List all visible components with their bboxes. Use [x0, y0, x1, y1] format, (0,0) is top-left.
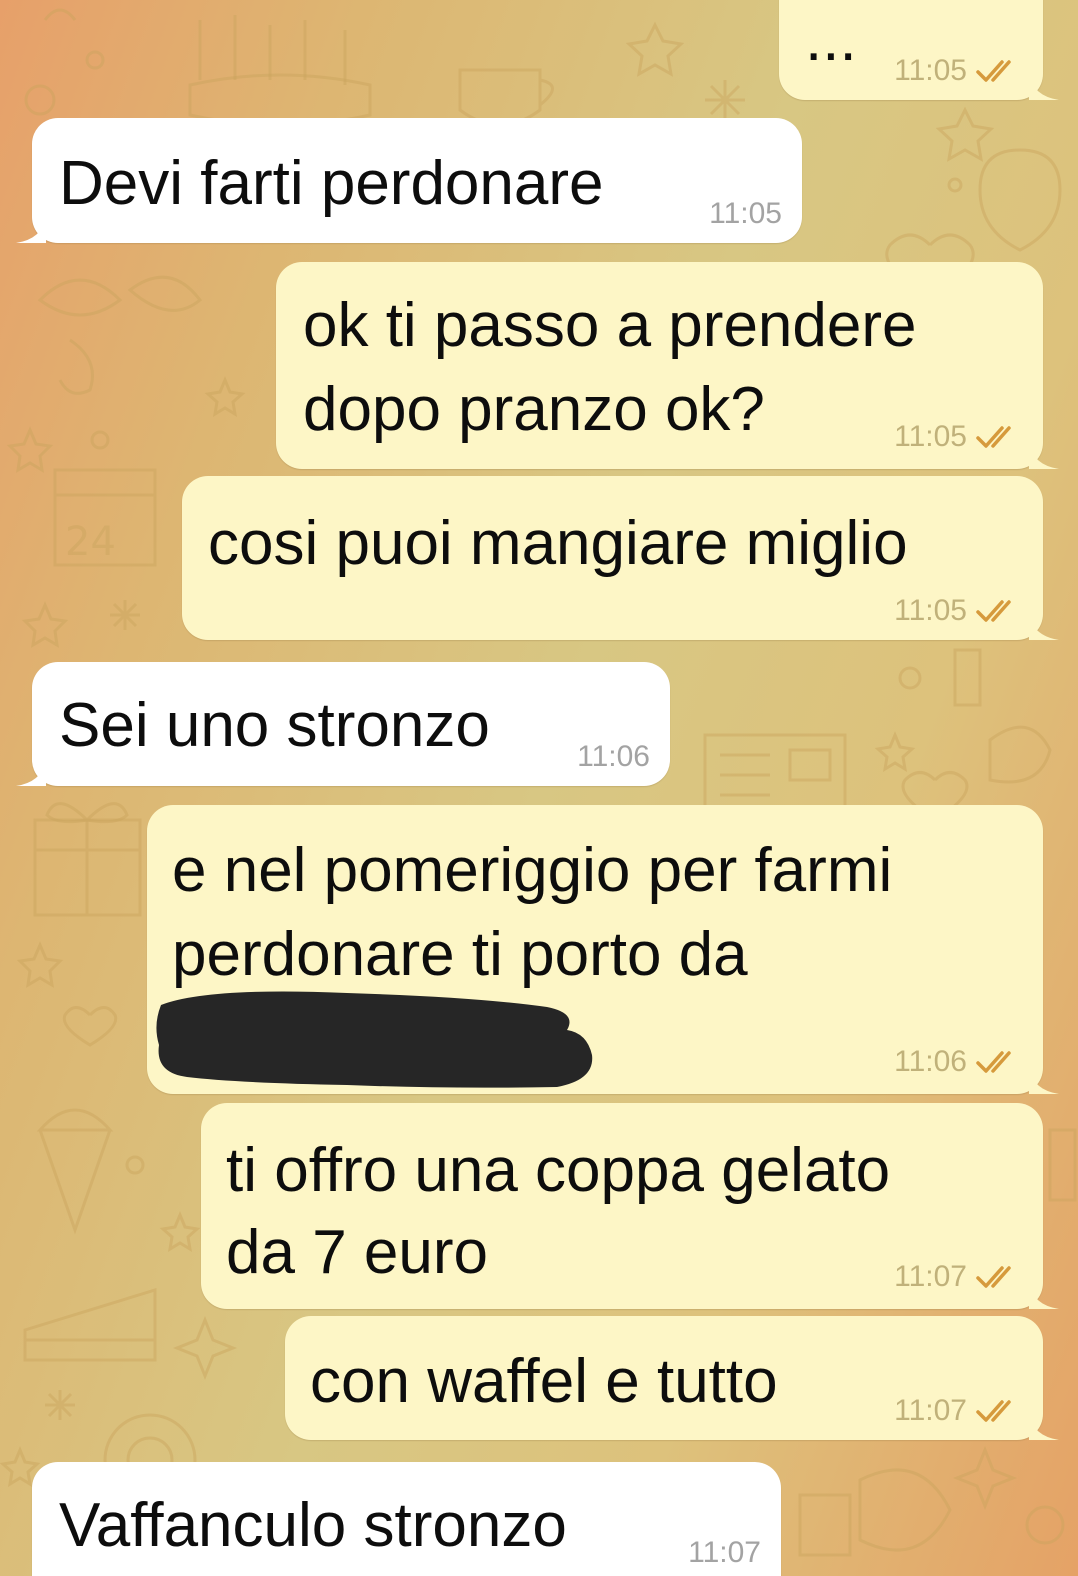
read-check-icon	[976, 1266, 1011, 1288]
message-time: 11:07	[894, 1394, 967, 1427]
bubble-tail	[1029, 443, 1059, 469]
message-bubble-outgoing[interactable]: e nel pomeriggio per farmi perdonare ti …	[147, 805, 1059, 1094]
message-time: 11:05	[709, 197, 782, 230]
message-bubble-outgoing[interactable]: ti offro una coppa gelato da 7 euro 11:0…	[201, 1103, 1059, 1309]
message-meta: 11:05	[894, 54, 1023, 88]
message-text: con waffel e tutto	[310, 1347, 778, 1416]
bubble-tail	[1029, 614, 1059, 640]
message-bubble-incoming[interactable]: Devi farti perdonare 11:05	[16, 118, 802, 243]
message-text-line: ok ti passo a prendere	[303, 291, 917, 360]
message-meta: 11:07	[688, 1536, 761, 1570]
message-time: 11:05	[894, 420, 967, 453]
message-bubble-incoming[interactable]: Sei uno stronzo 11:06	[16, 662, 670, 786]
message-text: cosi puoi mangiare miglio	[208, 509, 908, 578]
message-bubble-outgoing[interactable]: con waffel e tutto 11:07	[285, 1316, 1059, 1440]
chat-background: 24 ... 11:05 Devi farti perdonare 11:05 …	[0, 0, 1078, 1576]
message-time: 11:07	[688, 1536, 761, 1569]
bubble-tail	[16, 217, 46, 243]
message-meta: 11:06	[577, 740, 650, 774]
bubble-tail	[1029, 74, 1059, 100]
message-text: ...	[805, 5, 857, 74]
read-check-icon	[976, 600, 1011, 622]
bubble-tail	[1029, 1414, 1059, 1440]
bubble-tail	[16, 760, 46, 786]
message-bubble-outgoing[interactable]: ... 11:05	[779, 0, 1059, 100]
message-meta: 11:06	[894, 1045, 1023, 1079]
message-meta: 11:07	[894, 1394, 1023, 1428]
message-bubble-outgoing[interactable]: cosi puoi mangiare miglio 11:05	[182, 476, 1059, 640]
message-time: 11:07	[894, 1260, 967, 1293]
message-text-line: ti offro una coppa gelato	[226, 1136, 891, 1205]
message-time: 11:06	[577, 740, 650, 773]
read-check-icon	[976, 60, 1011, 82]
message-time: 11:05	[894, 594, 967, 627]
message-meta: 11:05	[709, 197, 782, 231]
message-meta: 11:05	[894, 594, 1023, 628]
message-time: 11:06	[894, 1045, 967, 1078]
read-check-icon	[976, 1051, 1011, 1073]
message-meta: 11:05	[894, 420, 1023, 454]
message-text: Vaffanculo stronzo	[59, 1491, 567, 1560]
message-text-line: dopo pranzo ok?	[303, 375, 765, 444]
redaction-scribble	[156, 991, 593, 1088]
message-time: 11:05	[894, 54, 967, 87]
read-check-icon	[976, 1400, 1011, 1422]
read-check-icon	[976, 426, 1011, 448]
message-text: Sei uno stronzo	[59, 691, 490, 760]
message-bubble-incoming[interactable]: Vaffanculo stronzo 11:07	[32, 1462, 781, 1576]
message-text-line: da 7 euro	[226, 1218, 488, 1287]
bubble-tail	[1029, 1283, 1059, 1309]
bubble-tail	[1029, 1068, 1059, 1094]
svg-text:24: 24	[65, 519, 116, 565]
message-bubble-outgoing[interactable]: ok ti passo a prendere dopo pranzo ok? 1…	[276, 262, 1059, 469]
message-text-line: e nel pomeriggio per farmi	[172, 836, 893, 905]
message-text: Devi farti perdonare	[59, 149, 604, 218]
message-meta: 11:07	[894, 1260, 1023, 1294]
